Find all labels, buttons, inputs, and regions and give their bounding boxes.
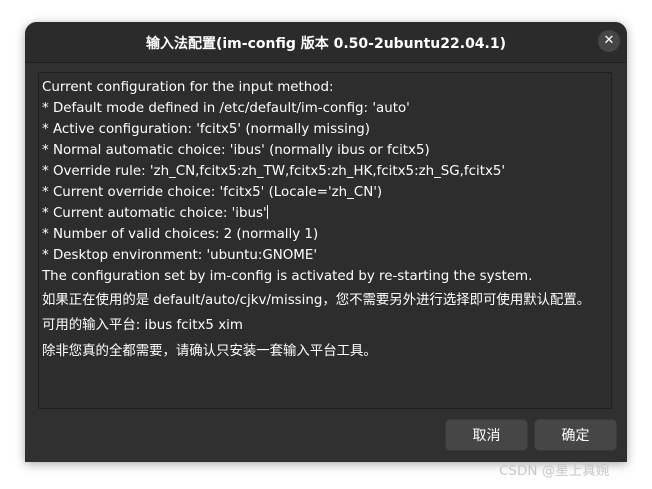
message-line: * Active configuration: 'fcitx5' (normal… [42,122,371,137]
message-line: Current configuration for the input meth… [42,80,334,95]
message-line: 除非您真的全都需要，请确认只安装一套输入平台工具。 [42,344,377,359]
text-cursor [266,205,268,219]
dialog-title: 输入法配置(im-config 版本 0.50-2ubuntu22.04.1) [145,36,507,52]
ok-button[interactable]: 确定 [534,419,617,451]
watermark: CSDN @星上真婉 [499,463,610,479]
close-icon: ✕ [603,33,615,48]
message-line: * Default mode defined in /etc/default/i… [42,101,410,116]
message-line: * Override rule: 'zh_CN,fcitx5:zh_TW,fci… [42,164,506,179]
message-text-area[interactable]: Current configuration for the input meth… [38,72,612,409]
message-line-with-cursor: * Current automatic choice: 'ibus' [42,203,608,224]
message-line: 可用的输入平台: ibus fcitx5 xim [42,318,243,333]
title-bar: 输入法配置(im-config 版本 0.50-2ubuntu22.04.1) … [25,22,627,63]
message-line: * Normal automatic choice: 'ibus' (norma… [42,143,430,158]
message-line: The configuration set by im-config is ac… [42,269,533,284]
message-line: * Desktop environment: 'ubuntu:GNOME' [42,248,317,263]
message-line: 如果正在使用的是 default/auto/cjkv/missing，您不需要另… [42,293,591,308]
im-config-dialog: 输入法配置(im-config 版本 0.50-2ubuntu22.04.1) … [25,22,627,462]
cancel-button[interactable]: 取消 [445,419,528,451]
close-button[interactable]: ✕ [598,30,620,52]
message-line: * Current override choice: 'fcitx5' (Loc… [42,185,383,200]
message-line: * Current automatic choice: 'ibus' [42,206,267,221]
message-line: * Number of valid choices: 2 (normally 1… [42,227,319,242]
